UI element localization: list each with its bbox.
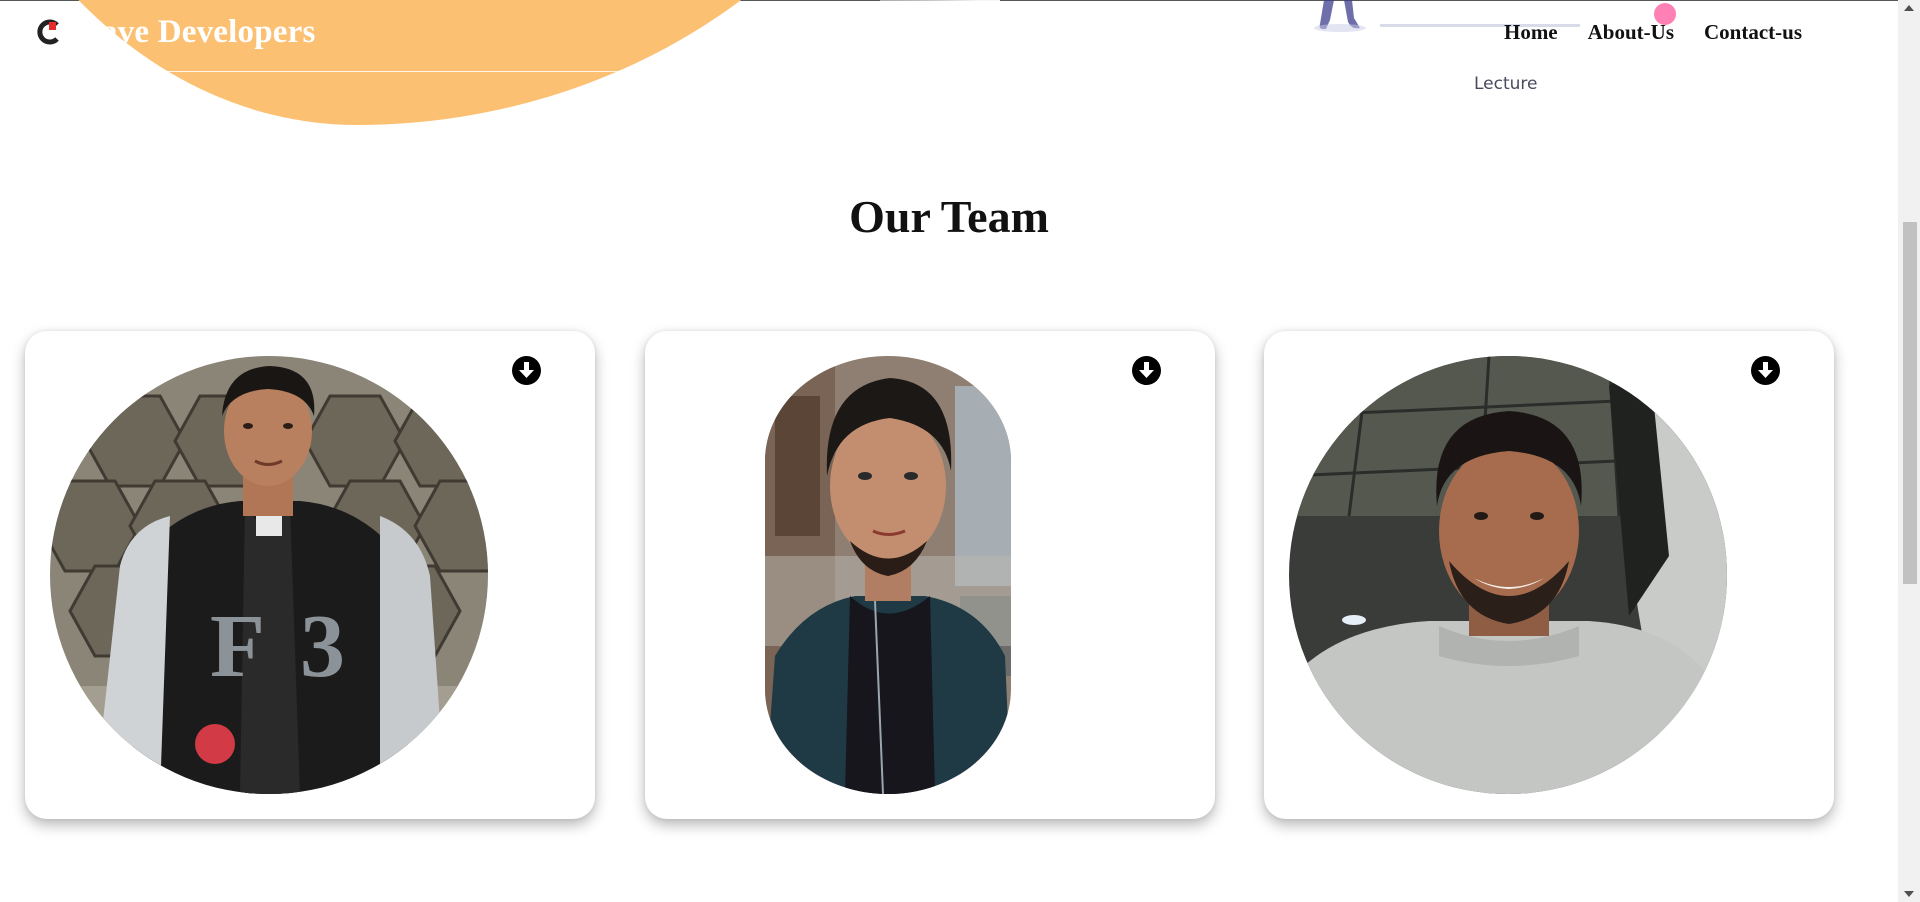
main-nav: Home About-Us Contact-us xyxy=(1504,20,1802,45)
team-photo-1: F 3 xyxy=(50,356,488,794)
download-icon[interactable] xyxy=(512,356,541,385)
nav-contact-us[interactable]: Contact-us xyxy=(1704,20,1802,45)
svg-text:F: F xyxy=(210,597,265,696)
vertical-scrollbar[interactable] xyxy=(1898,0,1920,902)
hero-caption: Lecture xyxy=(1474,74,1538,94)
page: Cave Developers Home About-Us Contact-us… xyxy=(0,0,1898,902)
team-section-title: Our Team xyxy=(849,191,1049,242)
scrollbar-thumb[interactable] xyxy=(1903,222,1917,584)
team-card xyxy=(645,331,1215,819)
team-card: F 3 xyxy=(25,331,595,819)
scroll-up-arrow-icon[interactable] xyxy=(1904,5,1914,11)
team-photo-2 xyxy=(765,356,1011,794)
team-photo-3 xyxy=(1289,356,1727,794)
brand-name: Cave Developers xyxy=(77,13,316,50)
svg-text:3: 3 xyxy=(300,597,345,696)
nav-about-us[interactable]: About-Us xyxy=(1588,20,1674,45)
brand-link[interactable]: Cave Developers xyxy=(30,13,316,51)
header-divider xyxy=(0,71,800,72)
cave-logo-icon xyxy=(30,13,68,51)
download-icon[interactable] xyxy=(1751,356,1780,385)
scroll-down-arrow-icon[interactable] xyxy=(1904,891,1914,897)
header-fade xyxy=(880,0,1000,140)
nav-home[interactable]: Home xyxy=(1504,20,1558,45)
download-icon[interactable] xyxy=(1132,356,1161,385)
team-card xyxy=(1264,331,1834,819)
